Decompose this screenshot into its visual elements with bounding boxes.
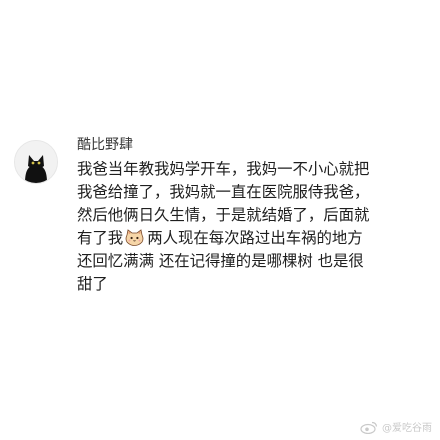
comment-line: 甜了	[77, 275, 108, 293]
username[interactable]: 酷比野肆	[77, 136, 133, 154]
watermark: @爱吃谷雨	[360, 419, 432, 434]
comment-fragment: 两人现在每次路过出车祸的地方	[147, 229, 363, 247]
comment-card: 酷比野肆 我爸当年教我妈学开车，我妈一不小心就把 我爸给撞了，我妈就一直在医院服…	[0, 0, 440, 440]
comment-line: 我爸给撞了，我妈就一直在医院服侍我爸，	[77, 183, 370, 201]
avatar[interactable]	[14, 140, 58, 184]
comment-fragment: 有了我	[77, 229, 124, 247]
watermark-text: @爱吃谷雨	[382, 423, 432, 434]
comment-line: 我爸当年教我妈学开车，我妈一不小心就把	[77, 160, 370, 178]
comment-line: 然后他俩日久生情，于是就结婚了，后面就	[77, 206, 370, 224]
comment-line-with-emoji: 有了我 两人现在每次路过出车祸的地方	[77, 227, 427, 250]
comment-text: 我爸当年教我妈学开车，我妈一不小心就把 我爸给撞了，我妈就一直在医院服侍我爸， …	[77, 158, 427, 296]
cat-face-emoji-icon	[125, 229, 144, 246]
weibo-logo-icon	[360, 421, 378, 434]
black-cat-avatar-icon	[15, 141, 57, 183]
comment-line: 还回忆满满 还在记得撞的是哪棵树 也是很	[77, 252, 364, 270]
